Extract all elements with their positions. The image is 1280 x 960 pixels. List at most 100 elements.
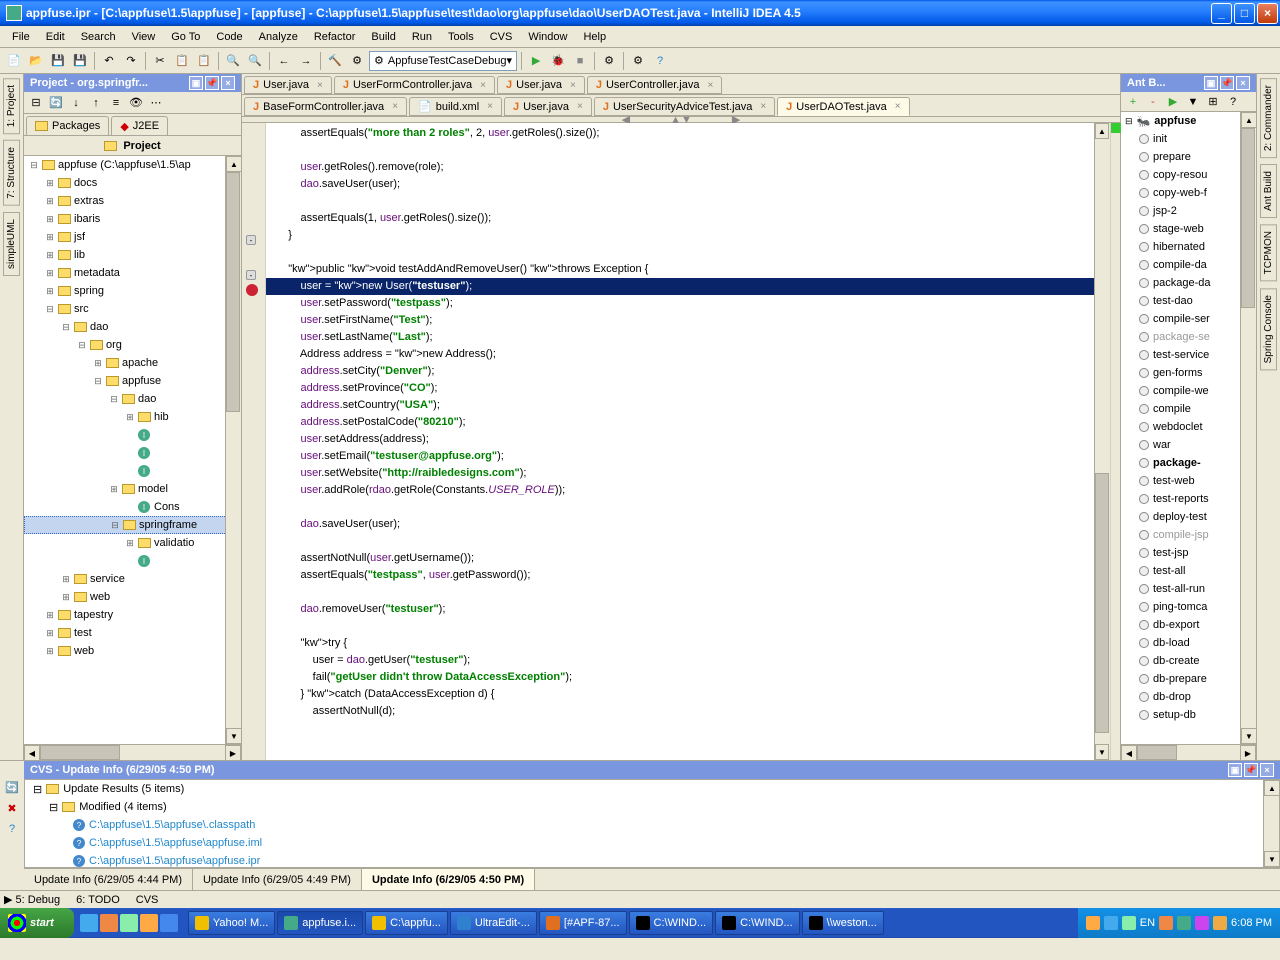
ant-hscroll[interactable]: ◀▶	[1121, 744, 1256, 760]
code-line[interactable]: assertEquals(1, user.getRoles().size());	[266, 210, 1094, 227]
tree-item[interactable]: ⊟src	[24, 300, 241, 318]
ant-target[interactable]: db-export	[1121, 616, 1256, 634]
editor-tab[interactable]: JUserController.java×	[587, 76, 723, 94]
flatten-icon[interactable]: ≡	[108, 95, 124, 111]
ant-target[interactable]: test-all	[1121, 562, 1256, 580]
ant-target[interactable]: db-prepare	[1121, 670, 1256, 688]
panel-float-icon[interactable]: ▣	[189, 76, 203, 90]
ant-target[interactable]: war	[1121, 436, 1256, 454]
cvs-tab[interactable]: Update Info (6/29/05 4:50 PM)	[362, 869, 535, 890]
tree-item[interactable]: ⊞spring	[24, 282, 241, 300]
tree-item[interactable]: ⊞apache	[24, 354, 241, 372]
panel-pin-icon[interactable]: 📌	[1244, 763, 1258, 777]
debug-icon[interactable]: 🐞	[548, 51, 568, 71]
tree-item[interactable]: ⊞jsf	[24, 228, 241, 246]
ant-target[interactable]: deploy-test	[1121, 508, 1256, 526]
tree-item[interactable]: ⊟dao	[24, 318, 241, 336]
panel-float-icon[interactable]: ▣	[1204, 76, 1218, 90]
ant-target[interactable]: jsp-2	[1121, 202, 1256, 220]
help-icon[interactable]: ?	[650, 51, 670, 71]
code-line[interactable]: user.getRoles().remove(role);	[266, 159, 1094, 176]
close-tab-icon[interactable]: ×	[760, 101, 766, 112]
props-icon[interactable]: ?	[1225, 94, 1241, 110]
code-line[interactable]: }	[266, 227, 1094, 244]
task-button[interactable]: C:\WIND...	[629, 911, 714, 935]
code-line[interactable]: } "kw">catch (DataAccessException d) {	[266, 686, 1094, 703]
ant-target[interactable]: test-service	[1121, 346, 1256, 364]
stop-icon[interactable]: ■	[570, 51, 590, 71]
tree-item[interactable]: ⊟springframe	[24, 516, 241, 534]
start-button[interactable]: start	[0, 908, 74, 938]
side-tab[interactable]: Spring Console	[1260, 288, 1277, 370]
panel-close-icon[interactable]: ×	[221, 76, 235, 90]
editor-tab[interactable]: JBaseFormController.java×	[244, 97, 407, 116]
tab-packages[interactable]: Packages	[26, 116, 109, 135]
tree-item[interactable]: ⊟dao	[24, 390, 241, 408]
panel-pin-icon[interactable]: 📌	[205, 76, 219, 90]
tree-item[interactable]: ⊟org	[24, 336, 241, 354]
code-line[interactable]: assertNotNull(user.getUsername());	[266, 550, 1094, 567]
editor-vscroll[interactable]: ▲ ▼	[1094, 123, 1110, 760]
save-icon[interactable]: 💾	[48, 51, 68, 71]
close-tab-icon[interactable]: ×	[577, 101, 583, 112]
menu-view[interactable]: View	[124, 29, 164, 45]
code-line[interactable]: "kw">public "kw">void testAddAndRemoveUs…	[266, 261, 1094, 278]
tree-item[interactable]: ⊟appfuse	[24, 372, 241, 390]
settings-icon[interactable]: ⚙	[628, 51, 648, 71]
task-button[interactable]: [#APF-87...	[539, 911, 627, 935]
menu-analyze[interactable]: Analyze	[251, 29, 306, 45]
task-button[interactable]: \\weston...	[802, 911, 884, 935]
code-line[interactable]	[266, 584, 1094, 601]
ant-target[interactable]: compile-da	[1121, 256, 1256, 274]
tray-icon[interactable]	[1159, 916, 1173, 930]
ql-icon[interactable]	[140, 914, 158, 932]
cvs-file[interactable]: ?C:\appfuse\1.5\appfuse\.classpath	[25, 816, 1279, 834]
code-line[interactable]: user.setAddress(address);	[266, 431, 1094, 448]
ant-target[interactable]: gen-forms	[1121, 364, 1256, 382]
menu-edit[interactable]: Edit	[38, 29, 73, 45]
code-line[interactable]: fail("getUser didn't throw DataAccessExc…	[266, 669, 1094, 686]
code-editor[interactable]: assertEquals("more than 2 roles", 2, use…	[266, 123, 1094, 760]
tree-item[interactable]: ⊟appfuse (C:\appfuse\1.5\ap	[24, 156, 241, 174]
ant-tree[interactable]: ⊟ 🐜 appfuse initpreparecopy-resoucopy-we…	[1121, 112, 1256, 760]
tray-icon[interactable]	[1195, 916, 1209, 930]
help-icon[interactable]: ?	[9, 823, 15, 835]
tree-item[interactable]: ⊞web	[24, 642, 241, 660]
tree-item[interactable]: I	[24, 552, 241, 570]
code-line[interactable]: dao.saveUser(user);	[266, 176, 1094, 193]
tree-vscroll[interactable]: ▲ ▼	[225, 156, 241, 744]
code-line[interactable]: address.setCity("Denver");	[266, 363, 1094, 380]
code-line[interactable]: user.setEmail("testuser@appfuse.org");	[266, 448, 1094, 465]
back-icon[interactable]: ←	[274, 51, 294, 71]
cvs-modified[interactable]: ⊟Modified (4 items)	[25, 798, 1279, 816]
ql-icon[interactable]	[80, 914, 98, 932]
menu-build[interactable]: Build	[363, 29, 403, 45]
ant-target[interactable]: test-reports	[1121, 490, 1256, 508]
saveall-icon[interactable]: 💾	[70, 51, 90, 71]
run-icon[interactable]: ▶	[526, 51, 546, 71]
tray-icon[interactable]	[1177, 916, 1191, 930]
copy-icon[interactable]: 📋	[172, 51, 192, 71]
tab-j2ee[interactable]: ◆J2EE	[111, 116, 168, 135]
scroll-to-icon[interactable]: ↓	[68, 95, 84, 111]
build-icon[interactable]: 🔨	[325, 51, 345, 71]
tree-item[interactable]: ⊞tapestry	[24, 606, 241, 624]
scroll-from-icon[interactable]: ↑	[88, 95, 104, 111]
cut-icon[interactable]: ✂	[150, 51, 170, 71]
tree-item[interactable]: ⊞model	[24, 480, 241, 498]
tray-icon[interactable]	[1104, 916, 1118, 930]
runconfig-combo[interactable]: ⚙ AppfuseTestCaseDebug ▾	[369, 51, 517, 71]
close-icon[interactable]: ✖	[7, 802, 16, 815]
status-run-icon[interactable]: ▶ 5: Debug	[4, 893, 60, 906]
cvs-root[interactable]: ⊟Update Results (5 items)	[25, 780, 1279, 798]
abbrev-icon[interactable]: ⋯	[148, 95, 164, 111]
tree-item[interactable]: ⊞extras	[24, 192, 241, 210]
side-tab[interactable]: 2: Commander	[1260, 78, 1277, 158]
tree-item[interactable]: ICons	[24, 498, 241, 516]
ant-target[interactable]: db-drop	[1121, 688, 1256, 706]
ant-target[interactable]: copy-web-f	[1121, 184, 1256, 202]
collapse-icon[interactable]: ⊟	[28, 95, 44, 111]
cvs-label[interactable]: CVS	[136, 894, 159, 906]
code-line[interactable]: dao.removeUser("testuser");	[266, 601, 1094, 618]
paste-icon[interactable]: 📋	[194, 51, 214, 71]
